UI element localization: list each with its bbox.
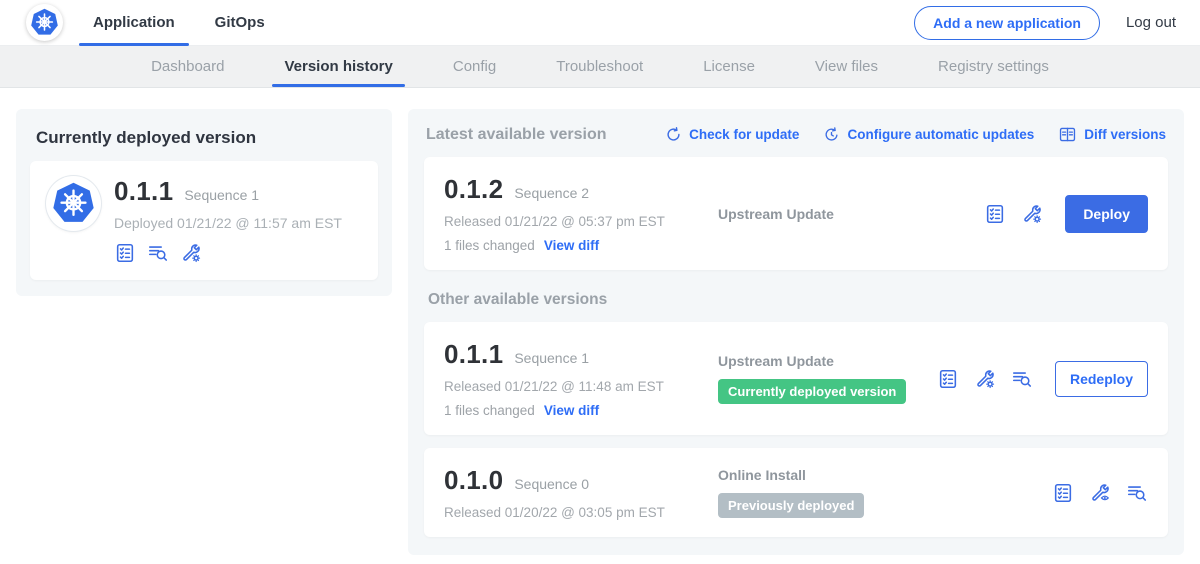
sequence-label: Sequence 1 — [514, 350, 589, 366]
version-number: 0.1.2 — [444, 174, 503, 205]
deployed-version-number: 0.1.1 — [114, 176, 173, 207]
version-source: Upstream Update Currently deployed versi… — [692, 353, 937, 404]
app-subnav: Dashboard Version history Config Trouble… — [0, 46, 1200, 88]
deploy-logs-icon[interactable] — [147, 242, 169, 264]
latest-available-header: Latest available version Check for updat… — [426, 125, 1166, 144]
edit-config-icon[interactable] — [180, 242, 202, 264]
deployed-timestamp: Deployed 01/21/22 @ 11:57 am EST — [114, 215, 342, 231]
files-changed-label: 1 files changed — [444, 238, 535, 253]
preflight-checklist-icon[interactable] — [937, 368, 959, 390]
edit-config-icon[interactable] — [974, 368, 996, 390]
subnav-tab-license[interactable]: License — [673, 46, 785, 87]
view-diff-link[interactable]: View diff — [544, 403, 599, 418]
deploy-logs-icon[interactable] — [1126, 482, 1148, 504]
schedule-update-icon — [823, 126, 840, 143]
released-timestamp: Released 01/21/22 @ 11:48 am EST — [444, 379, 692, 394]
source-label: Upstream Update — [718, 206, 984, 222]
subnav-tab-registry-settings[interactable]: Registry settings — [908, 46, 1079, 87]
version-actions: Redeploy — [937, 361, 1148, 397]
diff-versions-label: Diff versions — [1084, 127, 1166, 142]
redeploy-button[interactable]: Redeploy — [1055, 361, 1148, 397]
tab-gitops[interactable]: GitOps — [215, 0, 265, 46]
version-actions: Deploy — [984, 195, 1148, 233]
configure-automatic-updates-link[interactable]: Configure automatic updates — [823, 126, 1034, 143]
version-actions — [1052, 482, 1148, 504]
preflight-checklist-icon[interactable] — [1052, 482, 1074, 504]
version-source: Online Install Previously deployed — [692, 467, 1052, 518]
subnav-tab-view-files[interactable]: View files — [785, 46, 908, 87]
sequence-label: Sequence 0 — [514, 476, 589, 492]
preflight-checklist-icon[interactable] — [114, 242, 136, 264]
view-config-icon[interactable] — [1089, 482, 1111, 504]
version-info: 0.1.2 Sequence 2 Released 01/21/22 @ 05:… — [444, 174, 692, 253]
currently-deployed-panel: Currently deployed version 0.1.1 Sequenc… — [16, 109, 392, 296]
logout-button[interactable]: Log out — [1126, 14, 1176, 31]
kubernetes-logo — [26, 4, 63, 41]
add-application-button[interactable]: Add a new application — [914, 6, 1100, 40]
view-diff-link[interactable]: View diff — [544, 238, 599, 253]
tab-application[interactable]: Application — [93, 0, 175, 46]
version-card-0-1-0: 0.1.0 Sequence 0 Released 01/20/22 @ 03:… — [424, 448, 1168, 537]
currently-deployed-card: 0.1.1 Sequence 1 Deployed 01/21/22 @ 11:… — [30, 161, 378, 280]
version-source: Upstream Update — [692, 206, 984, 222]
latest-available-title: Latest available version — [426, 126, 665, 144]
deploy-logs-icon[interactable] — [1011, 368, 1033, 390]
released-timestamp: Released 01/20/22 @ 03:05 pm EST — [444, 505, 692, 520]
kubernetes-logo-icon — [29, 7, 60, 38]
diff-icon — [1058, 125, 1077, 144]
source-label: Online Install — [718, 467, 1052, 483]
version-info: 0.1.1 Sequence 1 Released 01/21/22 @ 11:… — [444, 339, 692, 418]
screen: Application GitOps Add a new application… — [0, 0, 1200, 564]
kubernetes-logo-icon — [50, 180, 97, 227]
version-number: 0.1.0 — [444, 465, 503, 496]
diff-versions-link[interactable]: Diff versions — [1058, 125, 1166, 144]
source-label: Upstream Update — [718, 353, 937, 369]
deploy-button[interactable]: Deploy — [1065, 195, 1148, 233]
check-for-update-label: Check for update — [689, 127, 799, 142]
version-info: 0.1.0 Sequence 0 Released 01/20/22 @ 03:… — [444, 465, 692, 520]
refresh-icon — [665, 126, 682, 143]
files-changed-label: 1 files changed — [444, 403, 535, 418]
check-for-update-link[interactable]: Check for update — [665, 126, 799, 143]
deployed-version-info: 0.1.1 Sequence 1 Deployed 01/21/22 @ 11:… — [114, 176, 342, 264]
currently-deployed-badge: Currently deployed version — [718, 379, 906, 404]
app-logo — [46, 176, 101, 231]
subnav-tab-dashboard[interactable]: Dashboard — [121, 46, 254, 87]
subnav-tab-version-history[interactable]: Version history — [254, 46, 422, 87]
deployed-sequence-label: Sequence 1 — [184, 187, 259, 203]
currently-deployed-title: Currently deployed version — [36, 128, 372, 148]
preflight-checklist-icon[interactable] — [984, 203, 1006, 225]
subnav-tab-config[interactable]: Config — [423, 46, 526, 87]
sequence-label: Sequence 2 — [514, 185, 589, 201]
edit-config-icon[interactable] — [1021, 203, 1043, 225]
main-content: Currently deployed version 0.1.1 Sequenc… — [0, 88, 1200, 555]
version-card-0-1-1: 0.1.1 Sequence 1 Released 01/21/22 @ 11:… — [424, 322, 1168, 435]
tab-gitops-label: GitOps — [215, 14, 265, 31]
app-header: Application GitOps Add a new application… — [0, 0, 1200, 46]
available-versions-panel: Latest available version Check for updat… — [408, 109, 1184, 555]
previously-deployed-badge: Previously deployed — [718, 493, 864, 518]
other-versions-title: Other available versions — [428, 291, 1164, 309]
panel-actions: Check for update Configure automatic upd… — [665, 125, 1166, 144]
released-timestamp: Released 01/21/22 @ 05:37 pm EST — [444, 214, 692, 229]
subnav-tab-troubleshoot[interactable]: Troubleshoot — [526, 46, 673, 87]
version-card-0-1-2: 0.1.2 Sequence 2 Released 01/21/22 @ 05:… — [424, 157, 1168, 270]
tab-application-label: Application — [93, 14, 175, 31]
version-number: 0.1.1 — [444, 339, 503, 370]
configure-automatic-updates-label: Configure automatic updates — [847, 127, 1034, 142]
